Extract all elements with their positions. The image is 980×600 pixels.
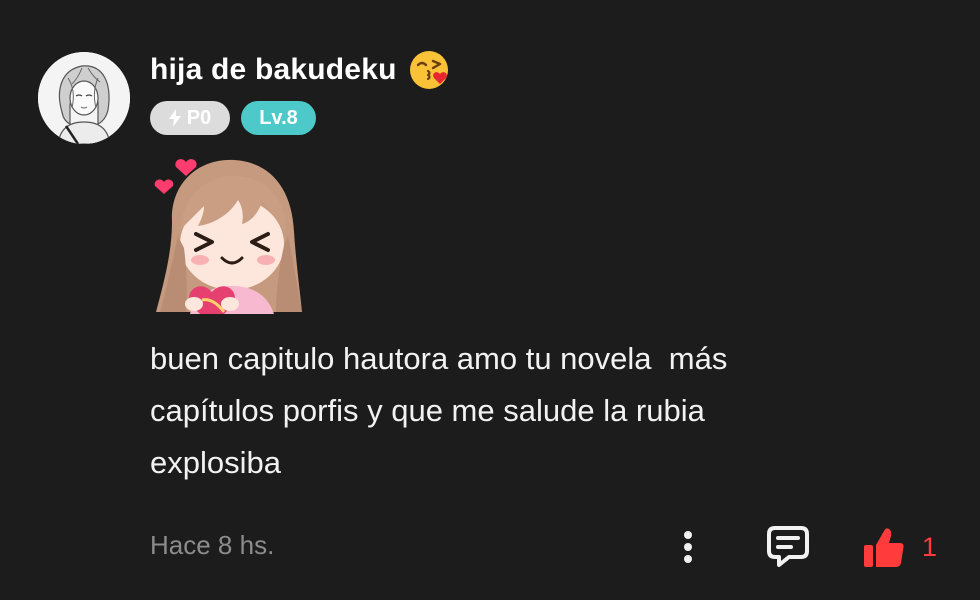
- comment-timestamp: Hace 8 hs.: [150, 530, 275, 560]
- anime-girl-heart-sticker: [150, 152, 305, 314]
- level-label: Lv.8: [259, 106, 298, 129]
- reply-button[interactable]: [762, 520, 814, 572]
- like-count: 1: [922, 531, 938, 562]
- avatar[interactable]: [38, 52, 130, 144]
- comment-bubble-icon: [767, 526, 809, 567]
- face-blowing-kiss-icon: [407, 48, 451, 92]
- username[interactable]: hija de bakudeku: [150, 53, 397, 87]
- like-button[interactable]: 1: [862, 522, 937, 572]
- thumbs-up-icon: [864, 528, 904, 567]
- more-options-button[interactable]: [672, 524, 704, 570]
- avatar-image: [38, 52, 130, 144]
- comment-text: buen capitulo hautora amo tu novela más …: [150, 341, 728, 480]
- vertical-dots-icon: [684, 531, 692, 563]
- user-badges: P0 Lv.8: [150, 101, 316, 135]
- comment-card: hija de bakudeku P0 Lv.8 buen capitulo h…: [0, 0, 980, 600]
- username-row: hija de bakudeku: [150, 48, 451, 92]
- points-label: P0: [186, 106, 212, 129]
- lightning-bolt-icon: [168, 109, 181, 127]
- level-badge[interactable]: Lv.8: [241, 101, 316, 135]
- points-badge[interactable]: P0: [150, 101, 230, 135]
